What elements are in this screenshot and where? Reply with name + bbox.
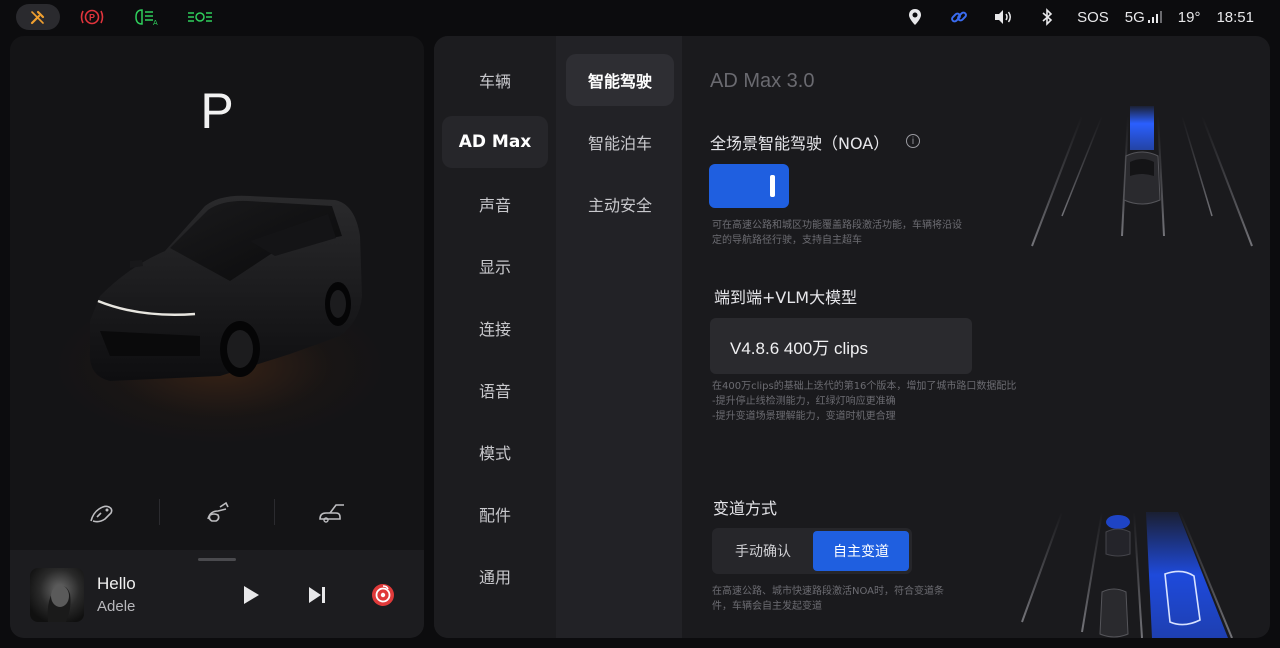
status-bar: P A SOS 5G 19° 18:51	[0, 0, 1280, 34]
info-icon[interactable]: i	[906, 134, 920, 148]
volume-icon[interactable]	[981, 0, 1025, 34]
artist-name: Adele	[97, 598, 136, 615]
album-art[interactable]	[30, 568, 84, 622]
wrench-icon[interactable]	[16, 4, 60, 30]
nav-item-accessories[interactable]: 配件	[442, 488, 548, 540]
divider	[159, 499, 160, 525]
settings-content: AD Max 3.0 全场景智能驾驶（NOA） i 可在高速公路和城区功能覆盖路…	[682, 36, 1270, 638]
media-player: Hello Adele	[10, 550, 424, 638]
svg-text:P: P	[89, 13, 95, 23]
subnav-item-active-safety[interactable]: 主动安全	[566, 178, 674, 230]
model-version-box: V4.8.6 400万 clips	[710, 318, 972, 374]
nav-item-connection[interactable]: 连接	[442, 302, 548, 354]
section-title: AD Max 3.0	[710, 70, 815, 92]
noa-toggle[interactable]	[709, 164, 789, 208]
nav-item-general[interactable]: 通用	[442, 550, 548, 602]
lane-change-label: 变道方式	[713, 499, 778, 518]
next-track-icon[interactable]	[302, 580, 332, 610]
media-drag-handle[interactable]	[198, 558, 236, 561]
lane-change-description-line2: 件，车辆会自主发起变道	[712, 601, 822, 612]
toggle-knob	[770, 175, 775, 197]
clock: 18:51	[1216, 8, 1254, 26]
settings-panel: 车辆 AD Max 声音 显示 连接 语音 模式 配件 通用 智能驾驶 智能泊车…	[434, 36, 1270, 638]
subnav-item-smart-driving[interactable]: 智能驾驶	[566, 54, 674, 106]
subnav-item-smart-parking[interactable]: 智能泊车	[566, 116, 674, 168]
nav-item-voice[interactable]: 语音	[442, 364, 548, 416]
vehicle-panel: P Hello Adele	[10, 36, 424, 638]
music-app-icon[interactable]	[368, 580, 398, 610]
lane-change-option-auto[interactable]: 自主变道	[813, 531, 909, 571]
lane-change-option-manual[interactable]: 手动确认	[715, 531, 811, 571]
network-indicator: 5G	[1117, 9, 1170, 26]
status-bar-right: SOS 5G 19° 18:51	[893, 0, 1262, 34]
signal-bars-icon	[1147, 11, 1162, 23]
charge-port-icon[interactable]	[79, 494, 125, 530]
sos-indicator[interactable]: SOS	[1069, 9, 1117, 26]
noa-description-line1: 可在高速公路和城区功能覆盖路段激活功能，车辆将沿设	[712, 220, 962, 231]
parking-brake-icon: P	[70, 4, 114, 30]
nav-item-vehicle[interactable]: 车辆	[442, 54, 548, 106]
vehicle-controls	[62, 492, 372, 532]
model-description-line3: -提升变道场景理解能力，变道时机更合理	[712, 411, 896, 422]
location-pin-icon[interactable]	[893, 0, 937, 34]
svg-text:A: A	[153, 20, 158, 26]
settings-primary-nav: 车辆 AD Max 声音 显示 连接 语音 模式 配件 通用	[434, 36, 556, 638]
model-description-line2: -提升停止线检测能力，红绿灯响应更准确	[712, 396, 896, 407]
tailgate-icon[interactable]	[309, 494, 355, 530]
vehicle-3d-model[interactable]	[70, 186, 370, 396]
lane-change-description-line1: 在高速公路、城市快速路段激活NOA时，符合变道条	[712, 586, 945, 597]
temperature: 19°	[1177, 8, 1201, 26]
position-lights-icon	[178, 4, 222, 30]
song-title: Hello	[97, 574, 136, 593]
noa-label: 全场景智能驾驶（NOA）	[710, 134, 890, 153]
lane-change-illustration	[1002, 502, 1262, 638]
nav-item-sound[interactable]: 声音	[442, 178, 548, 230]
nav-item-display[interactable]: 显示	[442, 240, 548, 292]
network-label: 5G	[1124, 8, 1145, 26]
lane-change-selector: 手动确认 自主变道	[712, 528, 912, 574]
settings-secondary-nav: 智能驾驶 智能泊车 主动安全	[556, 36, 682, 638]
noa-illustration	[1022, 96, 1262, 276]
play-icon[interactable]	[236, 580, 266, 610]
link-icon[interactable]	[937, 0, 981, 34]
status-bar-left: P A	[16, 4, 222, 30]
auto-high-beam-icon: A	[124, 4, 168, 30]
frunk-icon[interactable]	[194, 494, 240, 530]
divider	[274, 499, 275, 525]
noa-description-line2: 定的导航路径行驶，支持自主超车	[712, 235, 862, 246]
nav-item-ad-max[interactable]: AD Max	[442, 116, 548, 168]
gear-indicator: P	[200, 83, 234, 139]
model-description-line1: 在400万clips的基础上迭代的第16个版本，增加了城市路口数据配比	[712, 381, 1017, 392]
nav-item-mode[interactable]: 模式	[442, 426, 548, 478]
model-label: 端到端+VLM大模型	[714, 288, 858, 307]
model-version: V4.8.6 400万 clips	[730, 338, 868, 358]
bluetooth-icon[interactable]	[1025, 0, 1069, 34]
